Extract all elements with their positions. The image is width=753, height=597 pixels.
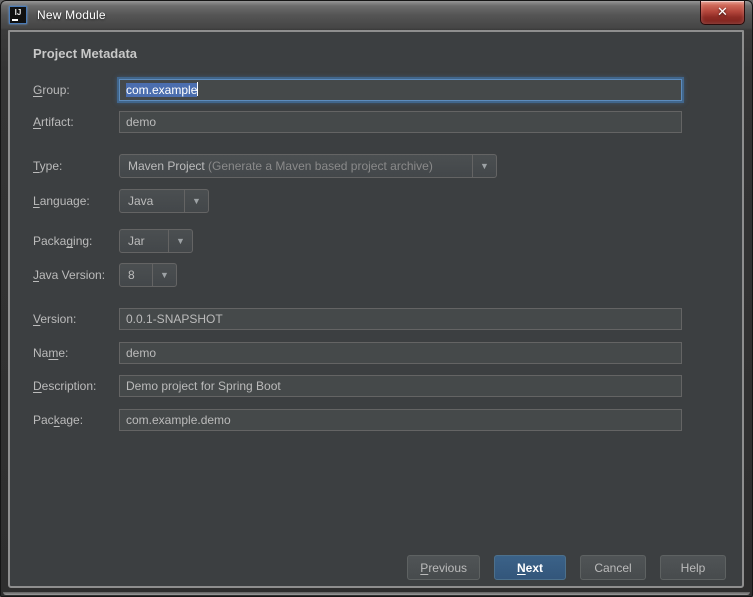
version-label: Version: xyxy=(33,312,77,326)
titlebar[interactable]: IJ New Module ✕ xyxy=(1,1,752,30)
app-icon-text: IJ xyxy=(14,8,22,17)
name-input[interactable]: demo xyxy=(119,342,682,364)
previous-button[interactable]: Previous xyxy=(407,555,480,580)
selected-text: com.example xyxy=(126,83,198,97)
new-module-dialog: IJ New Module ✕ Project Metadata Group: … xyxy=(0,0,753,597)
window-title: New Module xyxy=(37,8,106,22)
package-input[interactable]: com.example.demo xyxy=(119,409,682,431)
page-title: Project Metadata xyxy=(33,46,138,61)
description-label: Description: xyxy=(33,379,97,393)
app-icon-dash xyxy=(12,19,18,21)
type-label: Type: xyxy=(33,159,63,173)
packaging-select[interactable]: Jar ▼ xyxy=(119,229,193,253)
chevron-down-icon[interactable]: ▼ xyxy=(152,264,176,286)
close-icon[interactable]: ✕ xyxy=(700,1,745,25)
language-label: Language: xyxy=(33,194,90,208)
group-input[interactable]: com.example xyxy=(119,79,682,101)
help-button[interactable]: Help xyxy=(660,555,726,580)
next-button[interactable]: Next xyxy=(494,555,566,580)
text-caret xyxy=(197,82,199,96)
java-version-label: Java Version: xyxy=(33,268,106,282)
language-value: Java xyxy=(128,194,154,208)
intellij-idea-icon: IJ xyxy=(9,6,27,24)
dialog-content: Project Metadata Group: com.example Arti… xyxy=(8,30,744,588)
group-label: Group: xyxy=(33,83,70,97)
description-input[interactable]: Demo project for Spring Boot xyxy=(119,375,682,397)
artifact-label: Artifact: xyxy=(33,115,74,129)
name-label: Name: xyxy=(33,346,69,360)
packaging-value: Jar xyxy=(128,234,145,248)
type-select[interactable]: Maven Project (Generate a Maven based pr… xyxy=(119,154,497,178)
chevron-down-icon[interactable]: ▼ xyxy=(472,155,496,177)
java-version-select[interactable]: 8 ▼ xyxy=(119,263,177,287)
cancel-button[interactable]: Cancel xyxy=(580,555,646,580)
type-hint: (Generate a Maven based project archive) xyxy=(208,159,433,173)
dialog-button-bar: Previous Next Cancel Help xyxy=(407,555,726,580)
artifact-input[interactable]: demo xyxy=(119,111,682,133)
chevron-down-icon[interactable]: ▼ xyxy=(184,190,208,212)
java-version-value: 8 xyxy=(128,268,135,282)
type-value: Maven Project xyxy=(128,159,205,173)
version-input[interactable]: 0.0.1-SNAPSHOT xyxy=(119,308,682,330)
language-select[interactable]: Java ▼ xyxy=(119,189,209,213)
packaging-label: Packaging: xyxy=(33,234,93,248)
package-label: Package: xyxy=(33,413,84,427)
chevron-down-icon[interactable]: ▼ xyxy=(168,230,192,252)
